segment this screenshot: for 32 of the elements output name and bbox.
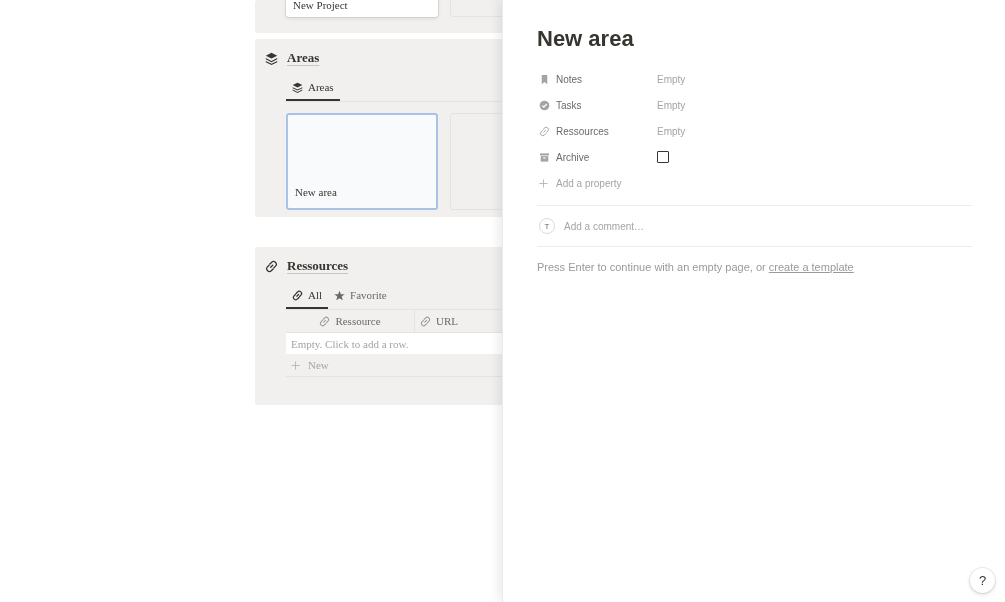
area-card[interactable]: New area [286,113,438,210]
property-name[interactable]: Archive [537,151,657,163]
link-icon [420,315,431,327]
link-icon [265,259,278,273]
page-title[interactable]: New area [537,26,972,52]
property-name[interactable]: Notes [537,73,657,85]
archive-icon [539,151,550,163]
hint-text: Press Enter to continue with an empty page, or create a template [537,261,855,273]
card-title: New Project [293,0,348,11]
link-icon [539,125,550,137]
link-icon [319,315,331,327]
project-card[interactable]: New Project [286,0,438,17]
layers-icon [292,81,303,93]
view-tab[interactable]: Favorite [328,283,393,309]
column-header[interactable]: URL [415,310,458,332]
checkbox[interactable] [657,151,669,163]
column-header[interactable]: Ressource [286,310,415,332]
star-icon [334,289,346,301]
bookmark-icon [539,73,550,85]
plus-icon [291,360,300,370]
link-icon [292,289,303,301]
property-name[interactable]: Ressources [537,125,657,137]
plus-icon [539,178,548,188]
property-name[interactable]: Tasks [537,99,657,111]
help-button[interactable]: ? [970,568,995,593]
view-tab[interactable]: All [286,283,329,309]
section-title[interactable]: Ressources [287,258,349,274]
view-tab[interactable]: Areas [286,75,340,101]
section-title[interactable]: Areas [287,50,320,66]
layers-icon [265,51,278,65]
card-title: New area [295,186,337,198]
check-circle-icon [539,99,550,111]
